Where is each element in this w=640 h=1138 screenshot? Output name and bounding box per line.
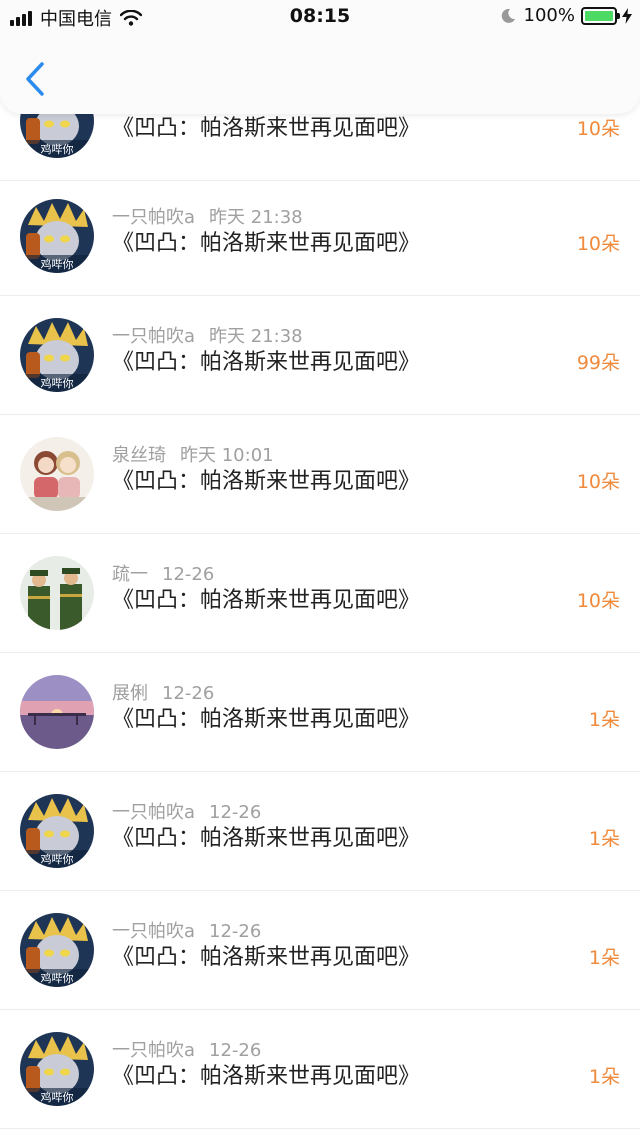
user-avatar[interactable] (20, 437, 94, 511)
chevron-left-icon[interactable] (22, 60, 48, 98)
user-avatar[interactable]: 鸡哔你 (20, 199, 94, 273)
soldiers-avatar-icon (20, 556, 94, 630)
list-item[interactable]: 展俐 12-26 《凹凸：帕洛斯来世再见面吧》 1朵 (0, 653, 640, 772)
item-title: 《凹凸：帕洛斯来世再见面吧》 (112, 469, 421, 494)
charging-bolt-icon (622, 7, 632, 24)
list-item[interactable]: 鸡哔你 一只帕吹a 昨天 21:38 《凹凸：帕洛斯来世再见面吧》 10朵 (0, 177, 640, 296)
gift-amount: 10朵 (576, 233, 620, 255)
gift-amount: 99朵 (576, 352, 620, 374)
list-item[interactable]: 鸡哔你 一只帕吹a 昨天 21:38 《凹凸：帕洛斯来世再见面吧》 99朵 (0, 296, 640, 415)
gift-amount: 1朵 (588, 709, 620, 731)
list-item[interactable]: 鸡哔你 一只帕吹a 12-26 《凹凸：帕洛斯来世再见面吧》 1朵 (0, 1010, 640, 1129)
user-avatar[interactable] (20, 675, 94, 749)
gift-amount: 1朵 (588, 947, 620, 969)
anime-avatar-icon: 鸡哔你 (20, 199, 94, 273)
screen: 鸡哔你 《凹凸：帕洛斯来世再见面吧》 10朵 鸡哔你 一只帕吹a 昨天 21:3… (0, 0, 640, 1138)
status-right: 100% (500, 5, 632, 26)
user-avatar[interactable] (20, 556, 94, 630)
item-title: 《凹凸：帕洛斯来世再见面吧》 (112, 707, 421, 732)
status-bar: 中国电信 08:15 100% (0, 0, 640, 34)
anime-avatar-icon: 鸡哔你 (20, 1032, 94, 1106)
sunset-avatar-icon (20, 675, 94, 749)
item-title: 《凹凸：帕洛斯来世再见面吧》 (112, 826, 421, 851)
user-avatar[interactable]: 鸡哔你 (20, 1032, 94, 1106)
moon-icon (501, 8, 515, 23)
item-title: 《凹凸：帕洛斯来世再见面吧》 (112, 1064, 421, 1089)
battery-percent: 100% (523, 5, 575, 26)
divider (0, 1128, 640, 1129)
item-title: 《凹凸：帕洛斯来世再见面吧》 (112, 350, 421, 375)
avatar-caption: 鸡哔你 (41, 1090, 74, 1104)
avatar-caption: 鸡哔你 (41, 257, 74, 271)
item-title: 《凹凸：帕洛斯来世再见面吧》 (112, 588, 421, 613)
user-avatar[interactable]: 鸡哔你 (20, 794, 94, 868)
list-item[interactable]: 泉丝琦 昨天 10:01 《凹凸：帕洛斯来世再见面吧》 10朵 (0, 415, 640, 534)
item-title: 《凹凸：帕洛斯来世再见面吧》 (112, 231, 421, 256)
anime-avatar-icon: 鸡哔你 (20, 794, 94, 868)
list-item[interactable]: 疏一 12-26 《凹凸：帕洛斯来世再见面吧》 10朵 (0, 534, 640, 653)
battery-icon (581, 6, 620, 25)
item-title: 《凹凸：帕洛斯来世再见面吧》 (112, 116, 421, 141)
item-title: 《凹凸：帕洛斯来世再见面吧》 (112, 945, 421, 970)
avatar-caption: 鸡哔你 (41, 376, 74, 390)
list-item[interactable]: 鸡哔你 一只帕吹a 12-26 《凹凸：帕洛斯来世再见面吧》 1朵 (0, 891, 640, 1010)
avatar-caption: 鸡哔你 (41, 852, 74, 866)
dolls-avatar-icon (20, 437, 94, 511)
gift-amount: 10朵 (576, 118, 620, 140)
user-avatar[interactable]: 鸡哔你 (20, 913, 94, 987)
avatar-caption: 鸡哔你 (41, 142, 74, 156)
list-item[interactable]: 鸡哔你 一只帕吹a 12-26 《凹凸：帕洛斯来世再见面吧》 1朵 (0, 772, 640, 891)
anime-avatar-icon: 鸡哔你 (20, 318, 94, 392)
gift-amount: 1朵 (588, 1066, 620, 1088)
gift-amount: 10朵 (576, 590, 620, 612)
avatar-caption: 鸡哔你 (41, 971, 74, 985)
gift-amount: 1朵 (588, 828, 620, 850)
user-avatar[interactable]: 鸡哔你 (20, 318, 94, 392)
anime-avatar-icon: 鸡哔你 (20, 913, 94, 987)
gift-amount: 10朵 (576, 471, 620, 493)
